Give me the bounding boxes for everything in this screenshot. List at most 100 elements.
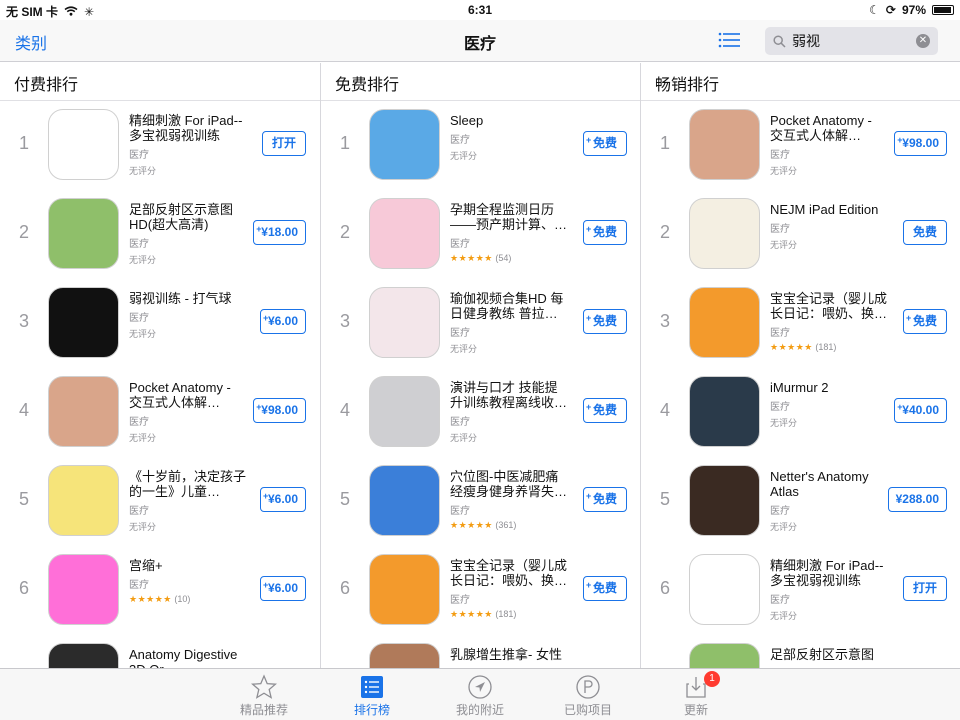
app-row[interactable]: 6 精细刺激 For iPad--多宝视弱视训练 医疗 无评分 打开 [641,554,960,643]
list-view-icon[interactable] [718,32,740,48]
app-icon[interactable] [369,376,440,447]
app-row[interactable]: 4 iMurmur 2 医疗 无评分 + ¥40.00 [641,376,960,465]
app-icon[interactable] [689,109,760,180]
app-icon[interactable] [48,198,119,269]
app-icon[interactable] [369,109,440,180]
price-button[interactable]: + 免费 [583,576,627,601]
app-icon[interactable] [48,465,119,536]
app-row[interactable]: 3 宝宝全记录（婴儿成长日记：喂奶、换… 医疗 ★★★★★ (181) + 免费 [641,287,960,376]
status-bar: 无 SIM 卡 ✳ 6:31 ☾ ⟳ 97% [0,0,960,20]
app-row[interactable]: 1 Pocket Anatomy - 交互式人体解… 医疗 无评分 + ¥98.00 [641,109,960,198]
price-button[interactable]: + ¥6.00 [259,487,306,512]
app-icon[interactable] [689,465,760,536]
app-rating: 无评分 [770,418,798,428]
tab-featured[interactable]: 精品推荐 [234,669,294,720]
location-icon [468,675,492,699]
tab-updates[interactable]: 1 更新 [666,669,726,720]
app-icon[interactable] [48,376,119,447]
search-input[interactable] [792,33,912,49]
app-icon[interactable] [689,643,760,668]
app-icon[interactable] [689,287,760,358]
app-name[interactable]: 穴位图-中医减肥痛经瘦身健身养肾失… [450,469,568,499]
app-name[interactable]: 《十岁前，决定孩子的一生》儿童… [129,469,247,499]
app-category: 医疗 [450,506,470,517]
column-title: 付费排行 [0,63,320,101]
app-icon[interactable] [369,198,440,269]
app-rating: 无评分 [770,166,798,176]
app-name[interactable]: Pocket Anatomy - 交互式人体解… [129,380,247,410]
price-button[interactable]: + ¥18.00 [253,220,306,245]
app-row[interactable]: 7乳腺增生推拿- 女性 [321,643,640,668]
app-row[interactable]: 3 瑜伽视频合集HD 每日健身教练 普拉… 医疗 无评分 + 免费 [321,287,640,376]
app-icon[interactable] [689,198,760,269]
price-button[interactable]: + 免费 [583,398,627,423]
price-button[interactable]: 打开 [903,576,947,601]
price-button[interactable]: ¥288.00 [887,487,947,512]
price-button[interactable]: + ¥98.00 [253,398,306,423]
app-name[interactable]: iMurmur 2 [770,380,888,395]
rating-count: (181) [815,342,837,352]
app-name[interactable]: Pocket Anatomy - 交互式人体解… [770,113,888,143]
app-name[interactable]: 弱视训练 - 打气球 [129,291,247,306]
app-icon[interactable] [48,287,119,358]
app-row[interactable]: 1 精细刺激 For iPad--多宝视弱视训练 医疗 无评分 打开 [0,109,320,198]
app-row[interactable]: 2 NEJM iPad Edition 医疗 无评分 免费 [641,198,960,287]
plus-icon: + [586,402,592,412]
app-name[interactable]: Netter's Anatomy Atlas [770,469,888,499]
price-button[interactable]: + 免费 [583,487,627,512]
app-category: 医疗 [129,580,149,591]
price-button[interactable]: 免费 [903,220,947,245]
app-name[interactable]: 足部反射区示意图 [770,647,888,662]
app-icon[interactable] [48,109,119,180]
app-icon[interactable] [369,643,440,668]
app-name[interactable]: NEJM iPad Edition [770,202,888,217]
app-icon[interactable] [369,554,440,625]
app-name[interactable]: 瑜伽视频合集HD 每日健身教练 普拉… [450,291,568,321]
app-name[interactable]: 精细刺激 For iPad--多宝视弱视训练 [770,558,888,588]
app-row[interactable]: 7Anatomy Digestive 3D Or… [0,643,320,668]
price-button[interactable]: 打开 [262,131,306,156]
tab-charts[interactable]: 排行榜 [342,669,402,720]
price-button[interactable]: + ¥98.00 [894,131,947,156]
app-row[interactable]: 7足部反射区示意图 [641,643,960,668]
rating-count: (361) [495,520,517,530]
tab-near-me[interactable]: 我的附近 [450,669,510,720]
app-name[interactable]: Anatomy Digestive 3D Or… [129,647,247,668]
app-icon[interactable] [689,376,760,447]
app-row[interactable]: 6 宫缩+ 医疗 ★★★★★ (10) + ¥6.00 [0,554,320,643]
price-label: ¥6.00 [267,581,298,595]
app-row[interactable]: 4 Pocket Anatomy - 交互式人体解… 医疗 无评分 + ¥98.00 [0,376,320,465]
app-icon[interactable] [369,287,440,358]
app-name[interactable]: 足部反射区示意图HD(超大高清) [129,202,247,232]
price-button[interactable]: + ¥40.00 [894,398,947,423]
app-name[interactable]: 演讲与口才 技能提升训练教程离线收… [450,380,568,410]
price-button[interactable]: + 免费 [583,131,627,156]
app-name[interactable]: 宫缩+ [129,558,247,573]
app-row[interactable]: 2 足部反射区示意图HD(超大高清) 医疗 无评分 + ¥18.00 [0,198,320,287]
app-icon[interactable] [48,643,119,668]
price-button[interactable]: + 免费 [903,309,947,334]
app-icon[interactable] [48,554,119,625]
app-name[interactable]: Sleep [450,113,568,128]
price-button[interactable]: + ¥6.00 [259,309,306,334]
app-name[interactable]: 精细刺激 For iPad--多宝视弱视训练 [129,113,247,143]
price-button[interactable]: + ¥6.00 [259,576,306,601]
app-icon[interactable] [689,554,760,625]
price-button[interactable]: + 免费 [583,309,627,334]
app-row[interactable]: 3 弱视训练 - 打气球 医疗 无评分 + ¥6.00 [0,287,320,376]
price-button[interactable]: + 免费 [583,220,627,245]
app-name[interactable]: 乳腺增生推拿- 女性 [450,647,568,662]
app-icon[interactable] [369,465,440,536]
app-row[interactable]: 4 演讲与口才 技能提升训练教程离线收… 医疗 无评分 + 免费 [321,376,640,465]
app-row[interactable]: 5 Netter's Anatomy Atlas 医疗 无评分 ¥288.00 [641,465,960,554]
app-row[interactable]: 5 《十岁前，决定孩子的一生》儿童… 医疗 无评分 + ¥6.00 [0,465,320,554]
app-name[interactable]: 宝宝全记录（婴儿成长日记：喂奶、换… [770,291,888,321]
app-row[interactable]: 6 宝宝全记录（婴儿成长日记：喂奶、换… 医疗 ★★★★★ (181) + 免费 [321,554,640,643]
app-name[interactable]: 孕期全程监测日历——预产期计算、… [450,202,568,232]
app-row[interactable]: 2 孕期全程监测日历——预产期计算、… 医疗 ★★★★★ (54) + 免费 [321,198,640,287]
app-row[interactable]: 5 穴位图-中医减肥痛经瘦身健身养肾失… 医疗 ★★★★★ (361) + 免费 [321,465,640,554]
tab-purchased[interactable]: 已购项目 [558,669,618,720]
app-name[interactable]: 宝宝全记录（婴儿成长日记：喂奶、换… [450,558,568,588]
clear-search-icon[interactable]: ✕ [916,34,930,48]
app-row[interactable]: 1 Sleep 医疗 无评分 + 免费 [321,109,640,198]
